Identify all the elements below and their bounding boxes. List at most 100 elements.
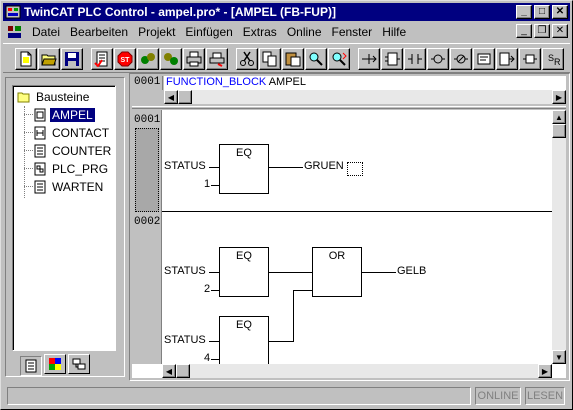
selection-cursor[interactable] — [347, 162, 363, 176]
tab-pous[interactable] — [20, 356, 42, 376]
scroll-left-arrow-icon[interactable]: ◀ — [164, 90, 178, 104]
logout-button[interactable] — [160, 48, 182, 70]
menu-hilfe[interactable]: Hilfe — [377, 25, 411, 39]
close-button[interactable]: ✕ — [552, 5, 568, 19]
n1-input-const[interactable]: 1 — [204, 178, 210, 190]
find-button[interactable] — [305, 48, 327, 70]
n1-eq-block[interactable]: EQ — [219, 144, 269, 194]
comment-button[interactable] — [473, 48, 495, 70]
new-button[interactable] — [15, 48, 37, 70]
new-icon — [20, 51, 32, 67]
scroll-down-arrow-icon[interactable]: ▼ — [552, 350, 566, 364]
menu-datei[interactable]: Datei — [27, 25, 65, 39]
tree-item-ampel[interactable]: AMPEL — [33, 107, 95, 122]
fbd-canvas[interactable]: STATUS 1 EQ GRUEN STATUS 2 EQ STATUS 4 E… — [163, 110, 552, 366]
tab-visualizations[interactable] — [68, 354, 90, 374]
status-message — [7, 387, 471, 405]
pane-splitter[interactable] — [132, 106, 566, 109]
login-icon — [141, 53, 155, 64]
menu-fenster[interactable]: Fenster — [327, 25, 378, 39]
hscroll-thumb[interactable] — [176, 364, 190, 378]
find-next-button[interactable] — [328, 48, 350, 70]
mdi-restore-button[interactable]: ❐ — [534, 24, 550, 38]
n2-eq2-input-status[interactable]: STATUS — [164, 334, 206, 346]
network-vscrollbar[interactable]: ▲ ▼ — [552, 110, 566, 364]
twincat-app-icon — [5, 5, 21, 19]
n2-eq1-input-const[interactable]: 2 — [204, 283, 210, 295]
open-icon — [41, 54, 57, 66]
declaration-text[interactable]: FUNCTION_BLOCK AMPEL — [164, 76, 566, 90]
wire — [269, 272, 312, 273]
contact-button[interactable] — [404, 48, 426, 70]
network-selection-marker[interactable] — [135, 128, 159, 212]
menu-projekt[interactable]: Projekt — [133, 25, 180, 39]
tree-item-contact[interactable]: CONTACT — [33, 125, 111, 140]
tree-item-warten[interactable]: WARTEN — [33, 179, 105, 194]
n2-or-block[interactable]: OR — [312, 247, 362, 297]
minimize-button[interactable]: _ — [516, 5, 532, 19]
declaration-hscrollbar[interactable]: ◀ ▶ — [164, 90, 566, 104]
menu-einfuegen[interactable]: Einfügen — [180, 25, 237, 39]
logout-icon — [164, 53, 178, 65]
scroll-left-arrow-icon[interactable]: ◀ — [162, 364, 176, 378]
data-types-tab-icon — [49, 358, 61, 370]
login-button[interactable] — [137, 48, 159, 70]
tree-item-counter[interactable]: COUNTER — [33, 143, 113, 158]
toolbar: ST S R — [3, 43, 570, 73]
return-button[interactable] — [519, 48, 541, 70]
tree-root-bausteine[interactable]: Bausteine — [17, 89, 91, 104]
tree-item-plc-prg[interactable]: PLC_PRG — [33, 161, 110, 176]
jump-button[interactable] — [496, 48, 518, 70]
network-hscrollbar[interactable]: ◀ ▶ — [162, 364, 552, 378]
paste-button[interactable] — [282, 48, 304, 70]
box-button[interactable] — [381, 48, 403, 70]
set-reset-icon: SR — [548, 53, 561, 67]
n2-eq1-block[interactable]: EQ — [219, 247, 269, 297]
tab-data-types[interactable] — [44, 354, 66, 374]
set-reset-button[interactable]: SR — [542, 48, 564, 70]
n2-output-gelb[interactable]: GELB — [397, 265, 426, 277]
n2-eq2-input-const[interactable]: 4 — [204, 352, 210, 364]
print-preview-button[interactable] — [206, 48, 228, 70]
hscroll-thumb[interactable] — [178, 90, 192, 104]
cut-button[interactable] — [236, 48, 258, 70]
n2-eq1-input-status[interactable]: STATUS — [164, 265, 206, 277]
tree-line — [24, 132, 33, 133]
open-button[interactable] — [38, 48, 60, 70]
n1-output-gruen[interactable]: GRUEN — [304, 160, 344, 172]
vscroll-thumb[interactable] — [552, 124, 566, 138]
tree-line — [24, 114, 33, 115]
n2-eq2-block[interactable]: EQ — [219, 316, 269, 366]
print-button[interactable] — [183, 48, 205, 70]
cut-icon — [240, 51, 254, 66]
scroll-right-arrow-icon[interactable]: ▶ — [538, 364, 552, 378]
program-icon — [34, 180, 46, 193]
scroll-up-arrow-icon[interactable]: ▲ — [552, 110, 566, 124]
coil-button[interactable] — [427, 48, 449, 70]
print-icon — [186, 51, 202, 67]
declaration-name: AMPEL — [268, 76, 306, 88]
document-window-icon[interactable] — [7, 25, 23, 39]
n1-input-status[interactable]: STATUS — [164, 160, 206, 172]
menu-extras[interactable]: Extras — [238, 25, 282, 39]
network-number-1: 0001 — [134, 114, 161, 126]
network-button[interactable] — [358, 48, 380, 70]
return-icon — [523, 54, 537, 64]
mdi-minimize-button[interactable]: _ — [516, 24, 532, 38]
mdi-close-button[interactable]: ✕ — [552, 24, 568, 38]
wire — [293, 290, 312, 291]
wire — [209, 272, 219, 273]
copy-icon — [262, 51, 277, 67]
copy-button[interactable] — [259, 48, 281, 70]
menu-online[interactable]: Online — [282, 25, 327, 39]
contact-icon — [408, 54, 422, 64]
scroll-right-arrow-icon[interactable]: ▶ — [552, 90, 566, 104]
compile-button[interactable] — [91, 48, 113, 70]
title-bar[interactable]: TwinCAT PLC Control - ampel.pro* - [AMPE… — [3, 3, 570, 21]
wire — [211, 290, 219, 291]
maximize-button[interactable]: □ — [534, 5, 550, 19]
menu-bearbeiten[interactable]: Bearbeiten — [65, 25, 133, 39]
coil-negated-button[interactable] — [450, 48, 472, 70]
save-button[interactable] — [61, 48, 83, 70]
stop-button[interactable]: ST — [114, 48, 136, 70]
